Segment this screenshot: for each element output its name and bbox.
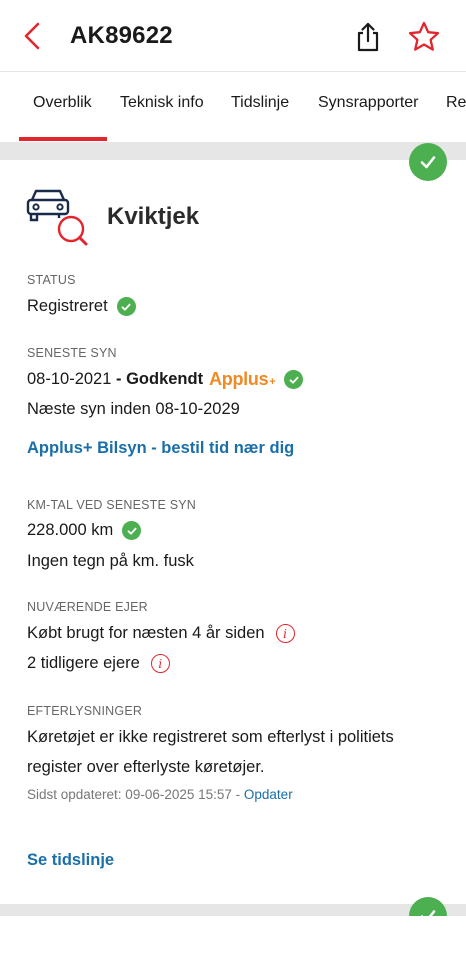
star-icon [408, 21, 440, 51]
wanted-label: EFTERLYSNINGER [27, 704, 143, 718]
inspection-separator: - [111, 370, 127, 388]
mileage-row: 228.000 km [27, 521, 142, 540]
next-inspection: Næste syn inden 08-10-2029 [27, 400, 240, 418]
check-icon [122, 521, 142, 540]
section-title: Kviktjek [107, 203, 200, 230]
active-tab-indicator [19, 137, 107, 141]
favorite-button[interactable] [405, 18, 443, 56]
inspection-result: Godkendt [126, 370, 204, 388]
check-icon [116, 297, 136, 316]
applus-logo: Applus + [209, 369, 276, 389]
applus-booking-link[interactable]: Applus+ Bilsyn - bestil tid nær dig [27, 439, 294, 458]
previous-owners: 2 tidligere ejere [27, 654, 140, 672]
status-label: STATUS [27, 273, 76, 287]
tab-synsrapporter[interactable]: Synsrapporter [318, 94, 419, 112]
section-divider [0, 142, 466, 160]
last-updated: Sidst opdateret: 09-06-2025 15:57 - Opda… [27, 787, 293, 802]
bottom-area [0, 916, 466, 960]
wanted-text: Køretøjet er ikke registreret som efterl… [27, 728, 394, 776]
tab-next-partial[interactable]: Re [446, 94, 466, 112]
back-button[interactable] [16, 18, 48, 54]
owner-bought-row: Købt brugt for næsten 4 år siden i [27, 624, 295, 643]
share-icon [357, 22, 379, 52]
owner-label: NUVÆRENDE EJER [27, 600, 148, 614]
inspection-date: 08-10-2021 [27, 370, 112, 388]
section-divider-bottom [0, 904, 466, 916]
back-chevron-icon [24, 22, 40, 50]
previous-owners-row: 2 tidligere ejere i [27, 654, 170, 673]
share-button[interactable] [352, 18, 384, 56]
inspection-row: 08-10-2021 - Godkendt Applus + [27, 369, 304, 390]
mileage-label: KM-TAL VED SENESTE SYN [27, 498, 197, 512]
check-icon [284, 370, 304, 389]
tab-teknisk-info[interactable]: Teknisk info [120, 94, 204, 112]
update-link[interactable]: Opdater [244, 787, 293, 802]
owner-bought: Købt brugt for næsten 4 år siden [27, 624, 265, 642]
info-icon[interactable]: i [150, 654, 170, 673]
section-status-check-icon [409, 143, 447, 181]
mileage-note: Ingen tegn på km. fusk [27, 552, 194, 570]
tab-bar: Overblik Teknisk info Tidslinje Synsrapp… [0, 72, 466, 142]
status-row: Registreret [27, 297, 136, 316]
see-timeline-link[interactable]: Se tidslinje [27, 851, 114, 870]
info-icon[interactable]: i [275, 624, 295, 643]
last-updated-text: Sidst opdateret: 09-06-2025 15:57 - [27, 787, 244, 802]
inspection-label: SENESTE SYN [27, 346, 117, 360]
status-value: Registreret [27, 297, 108, 315]
page-title: AK89622 [70, 22, 173, 49]
mileage-value: 228.000 km [27, 521, 114, 539]
top-bar: AK89622 [0, 0, 466, 72]
car-search-icon [26, 186, 88, 248]
tab-tidslinje[interactable]: Tidslinje [231, 94, 289, 112]
tab-overblik[interactable]: Overblik [33, 94, 92, 112]
